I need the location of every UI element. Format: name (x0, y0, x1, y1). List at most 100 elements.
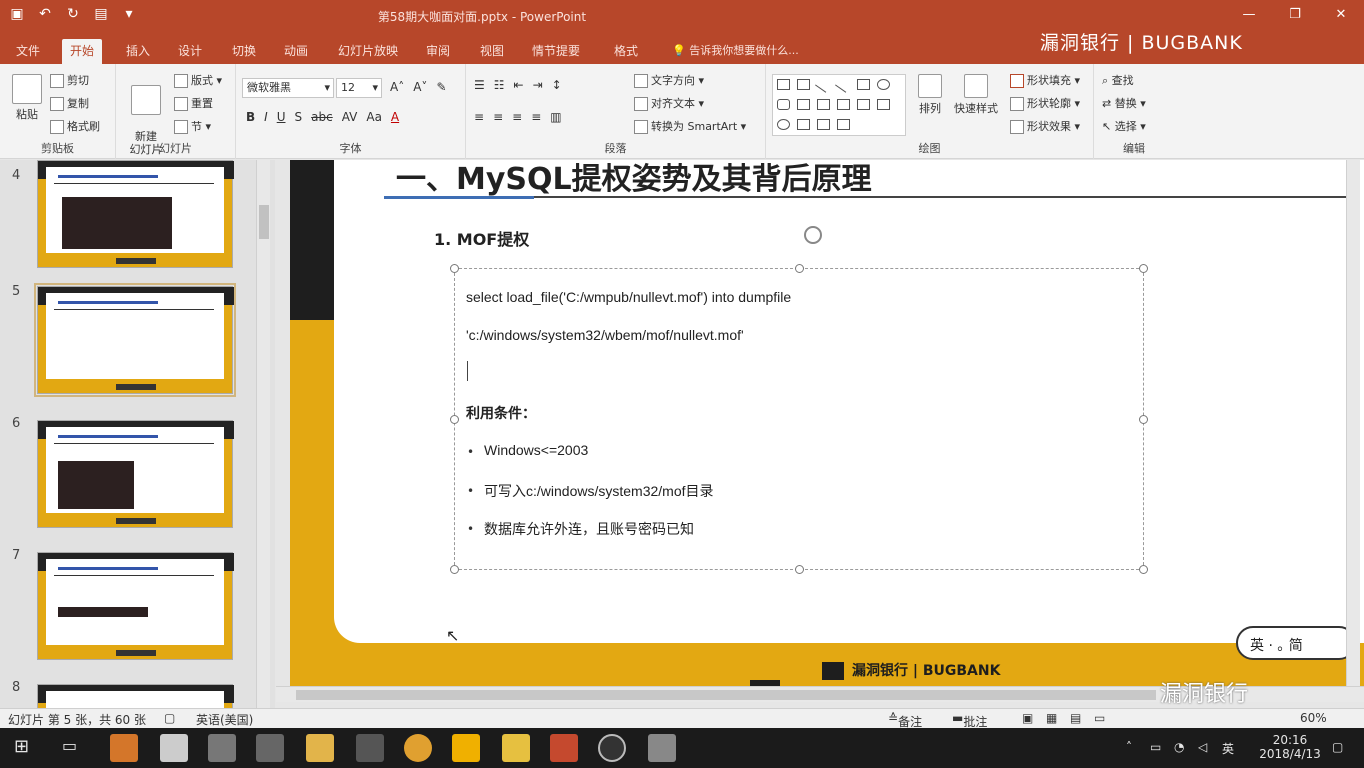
code-line-1[interactable]: select load_file('C:/wmpub/nullevt.mof')… (466, 289, 791, 305)
shadow-icon[interactable]: S (295, 110, 303, 124)
slide-thumbnail-5[interactable] (34, 283, 236, 397)
comments-button[interactable]: ▬ 批注 (952, 711, 987, 729)
tab-animations[interactable]: 动画 (276, 39, 316, 64)
grow-font-icon[interactable]: A˄ (390, 80, 404, 94)
scrollbar-thumb[interactable] (296, 690, 1156, 700)
tab-review[interactable]: 审阅 (418, 39, 458, 64)
shape-fill-button[interactable]: 形状填充 ▾ (1010, 72, 1080, 88)
resize-handle[interactable] (795, 264, 804, 273)
change-case-icon[interactable]: Aa (366, 110, 382, 124)
text-direction-button[interactable]: 文字方向 ▾ (634, 72, 704, 88)
freeform-shape-icon[interactable] (837, 119, 850, 130)
slide-thumbnail-4[interactable] (37, 160, 234, 268)
slide-subheading[interactable]: 1. MOF提权 (434, 226, 529, 250)
copy-button[interactable]: 复制 (50, 95, 89, 111)
smiley-shape-icon[interactable] (777, 119, 790, 130)
align-left-icon[interactable]: ≡ (474, 110, 484, 124)
font-color-icon[interactable]: A (391, 110, 399, 124)
reset-button[interactable]: 重置 (174, 95, 213, 111)
app-icon-folder[interactable] (306, 734, 334, 762)
tray-chevron-icon[interactable]: ˄ (1126, 740, 1132, 754)
wifi-icon[interactable]: ◔ (1174, 740, 1184, 754)
tab-view[interactable]: 视图 (472, 39, 512, 64)
resize-handle[interactable] (450, 415, 459, 424)
textbox-shape-icon[interactable] (777, 79, 790, 90)
app-icon-obs[interactable] (598, 734, 626, 762)
paste-button[interactable]: 粘贴 (10, 74, 44, 122)
clock[interactable]: 20:16 2018/4/13 (1256, 733, 1324, 761)
task-view-icon[interactable]: ▭ (62, 736, 77, 755)
rounded-rect-shape-icon[interactable] (777, 99, 790, 110)
char-spacing-icon[interactable]: AV (342, 110, 358, 124)
app-icon-powerpoint[interactable] (550, 734, 578, 762)
app-icon-sublime[interactable] (502, 734, 530, 762)
slide-5[interactable]: 一、MySQL提权姿势及其背后原理 1. MOF提权 select load_f… (290, 160, 1364, 686)
tab-file[interactable]: 文件 (8, 39, 48, 64)
resize-handle[interactable] (450, 565, 459, 574)
spellcheck-icon[interactable]: ▢ (164, 711, 175, 725)
arrange-button[interactable]: 排列 (918, 74, 942, 116)
notifications-icon[interactable]: ▢ (1332, 740, 1343, 754)
ime-tray-indicator[interactable]: 英 (1222, 740, 1234, 757)
tab-home[interactable]: 开始 (62, 39, 103, 64)
smartart-button[interactable]: 转换为 SmartArt ▾ (634, 118, 746, 134)
arrow-shape-icon[interactable] (835, 76, 852, 93)
numbering-icon[interactable]: ☷ (494, 78, 505, 92)
app-icon-tool[interactable] (208, 734, 236, 762)
shape-effects-button[interactable]: 形状效果 ▾ (1010, 118, 1080, 134)
maximize-button[interactable]: ❐ (1272, 0, 1318, 30)
condition-item[interactable]: 数据库允许外连，且账号密码已知 (484, 519, 694, 539)
line-spacing-icon[interactable]: ↕ (552, 78, 562, 92)
brace-shape-icon[interactable] (797, 119, 810, 130)
textbox-vertical-shape-icon[interactable] (797, 79, 810, 90)
resize-handle[interactable] (1139, 264, 1148, 273)
app-icon-mail[interactable] (160, 734, 188, 762)
align-right-icon[interactable]: ≡ (512, 110, 522, 124)
decrease-indent-icon[interactable]: ⇤ (514, 78, 524, 92)
section-button[interactable]: 节 ▾ (174, 118, 211, 134)
curve-shape-icon[interactable] (817, 119, 830, 130)
elbow-connector-icon[interactable] (817, 99, 830, 110)
star-shape-icon[interactable] (877, 99, 890, 110)
triangle-shape-icon[interactable] (797, 99, 810, 110)
cut-button[interactable]: 剪切 (50, 72, 89, 88)
layout-button[interactable]: 版式 ▾ (174, 72, 222, 88)
rectangle-shape-icon[interactable] (857, 79, 870, 90)
rotate-handle-icon[interactable] (804, 226, 822, 244)
columns-icon[interactable]: ▥ (550, 110, 561, 124)
find-button[interactable]: ⌕ 查找 (1102, 72, 1134, 88)
resize-handle[interactable] (795, 565, 804, 574)
right-arrow-shape-icon[interactable] (837, 99, 850, 110)
tab-slideshow[interactable]: 幻灯片放映 (330, 39, 406, 64)
close-button[interactable]: ✕ (1318, 0, 1364, 30)
tab-transitions[interactable]: 切换 (224, 39, 264, 64)
underline-icon[interactable]: U (277, 110, 286, 124)
normal-view-icon[interactable]: ▣ (1022, 711, 1033, 725)
condition-item[interactable]: 可写入c:/windows/system32/mof目录 (484, 481, 714, 501)
tab-design[interactable]: 设计 (170, 39, 210, 64)
app-icon-search[interactable] (452, 734, 480, 762)
tab-storyboarding[interactable]: 情节提要 (524, 39, 588, 64)
ime-indicator[interactable]: 英 · ｡ 简 (1236, 626, 1356, 660)
bold-icon[interactable]: B (246, 110, 255, 124)
minimize-button[interactable]: — (1226, 0, 1272, 30)
justify-icon[interactable]: ≡ (531, 110, 541, 124)
code-line-2[interactable]: 'c:/windows/system32/wbem/mof/nullevt.mo… (466, 327, 744, 343)
app-icon-chrome[interactable] (404, 734, 432, 762)
slide-thumbnail-6[interactable] (37, 420, 234, 528)
increase-indent-icon[interactable]: ⇥ (533, 78, 543, 92)
resize-handle[interactable] (1139, 415, 1148, 424)
strikethrough-icon[interactable]: abc (311, 110, 333, 124)
resize-handle[interactable] (450, 264, 459, 273)
tell-me-box[interactable]: 💡 告诉我你想要做什么... (672, 42, 799, 58)
slideshow-view-icon[interactable]: ▭ (1094, 711, 1105, 725)
zoom-level[interactable]: 60% (1300, 711, 1327, 725)
align-center-icon[interactable]: ≡ (493, 110, 503, 124)
app-icon-browser[interactable] (110, 734, 138, 762)
conditions-title[interactable]: 利用条件： (466, 403, 536, 423)
condition-item[interactable]: Windows<=2003 (484, 442, 588, 458)
slide-heading[interactable]: 一、MySQL提权姿势及其背后原理 (396, 160, 872, 198)
shrink-font-icon[interactable]: A˅ (413, 80, 427, 94)
language-indicator[interactable]: 英语(美国) (196, 711, 253, 728)
font-name-select[interactable]: 微软雅黑 ▾ (242, 78, 334, 98)
